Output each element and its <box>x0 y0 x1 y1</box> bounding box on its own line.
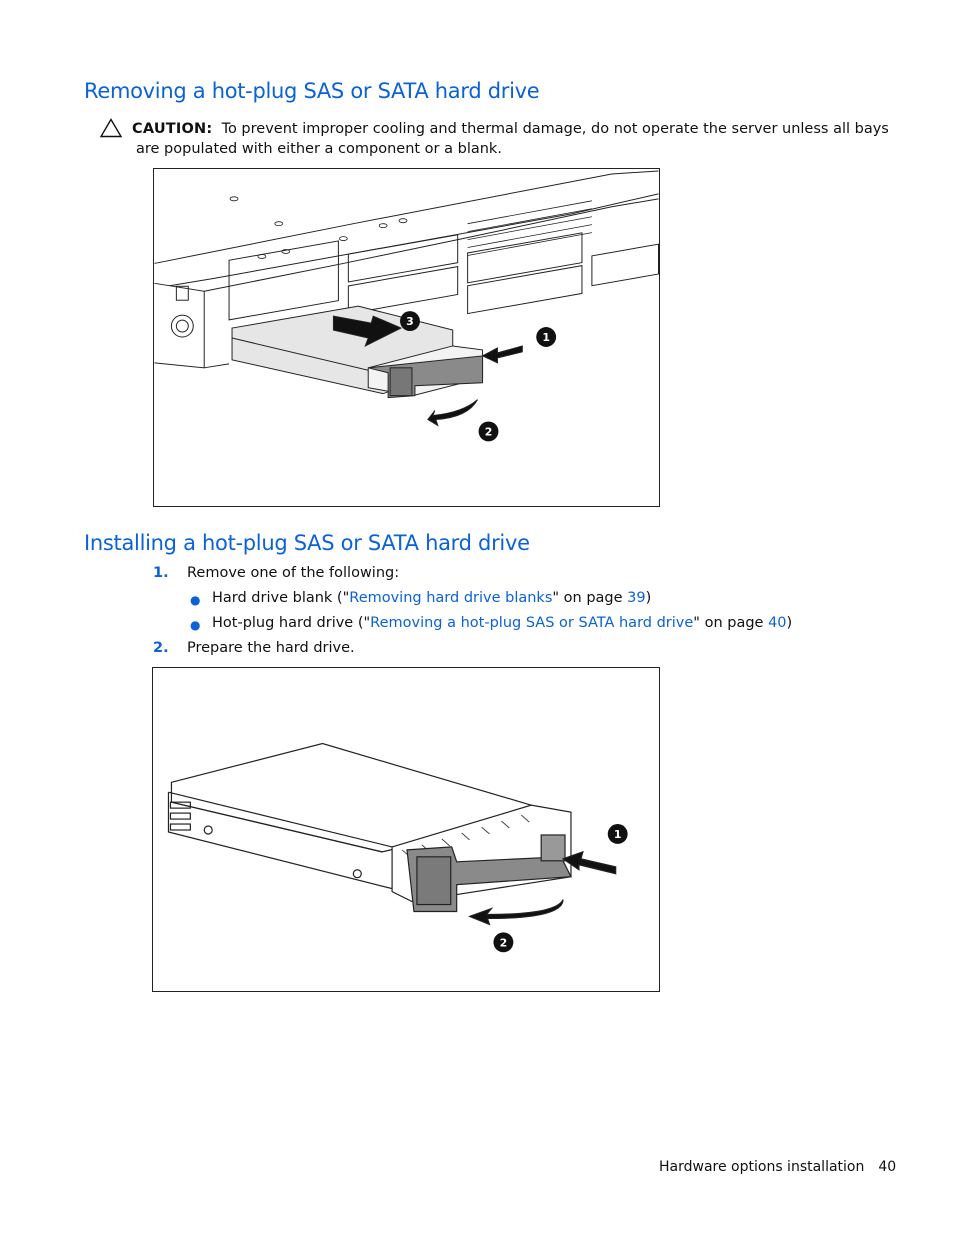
bullet-2-prefix: Hot-plug hard drive (" <box>212 615 371 631</box>
bullet-icon: ● <box>190 618 201 632</box>
svg-text:2: 2 <box>500 936 508 949</box>
svg-text:1: 1 <box>614 828 622 841</box>
bullet-2-suffix: ) <box>786 615 793 631</box>
callout-3: 3 <box>400 311 420 332</box>
footer-page-number: 40 <box>878 1159 897 1175</box>
footer-section-title: Hardware options installation <box>659 1159 865 1175</box>
page-footer: Hardware options installation 40 <box>659 1159 896 1175</box>
link-page-40[interactable]: 40 <box>768 615 786 631</box>
section-heading-installing: Installing a hot-plug SAS or SATA hard d… <box>84 531 530 555</box>
bullet-item-1: Hard drive blank ("Removing hard drive b… <box>212 590 651 606</box>
bullet-1-prefix: Hard drive blank (" <box>212 590 350 606</box>
illustration-drive-lever-release: 1 2 <box>167 742 628 953</box>
bullet-2-middle: " on page <box>693 615 769 631</box>
section-heading-removing: Removing a hot-plug SAS or SATA hard dri… <box>84 79 540 103</box>
figure-prepare-drive: 1 2 <box>152 667 660 992</box>
bullet-1-middle: " on page <box>552 590 628 606</box>
step-text-2: Prepare the hard drive. <box>187 640 355 656</box>
step-number-2: 2. <box>153 640 169 656</box>
bullet-item-2: Hot-plug hard drive ("Removing a hot-plu… <box>212 615 792 631</box>
illustration-server-drive-removal: 3 1 2 <box>154 170 659 442</box>
bullet-1-suffix: ) <box>645 590 652 606</box>
caution-line-1: CAUTION: To prevent improper cooling and… <box>132 119 889 139</box>
step-text-1: Remove one of the following: <box>187 565 400 581</box>
bullet-icon: ● <box>190 593 201 607</box>
callout-1: 1 <box>607 824 628 844</box>
warning-triangle-icon <box>100 118 122 138</box>
link-removing-hot-plug-drive[interactable]: Removing a hot-plug SAS or SATA hard dri… <box>370 615 693 631</box>
step-number-1: 1. <box>153 565 169 581</box>
figure-remove-drive: 3 1 2 <box>153 168 660 507</box>
svg-text:2: 2 <box>485 425 493 438</box>
callout-1: 1 <box>536 327 557 347</box>
svg-text:1: 1 <box>542 331 550 344</box>
caution-text-1: To prevent improper cooling and thermal … <box>221 121 889 137</box>
caution-text-2: are populated with either a component or… <box>136 141 502 157</box>
link-page-39[interactable]: 39 <box>627 590 645 606</box>
callout-2: 2 <box>478 421 499 442</box>
svg-text:3: 3 <box>406 315 414 328</box>
caution-label: CAUTION: <box>132 121 213 137</box>
callout-2: 2 <box>493 932 514 953</box>
link-removing-hard-drive-blanks[interactable]: Removing hard drive blanks <box>349 590 552 606</box>
